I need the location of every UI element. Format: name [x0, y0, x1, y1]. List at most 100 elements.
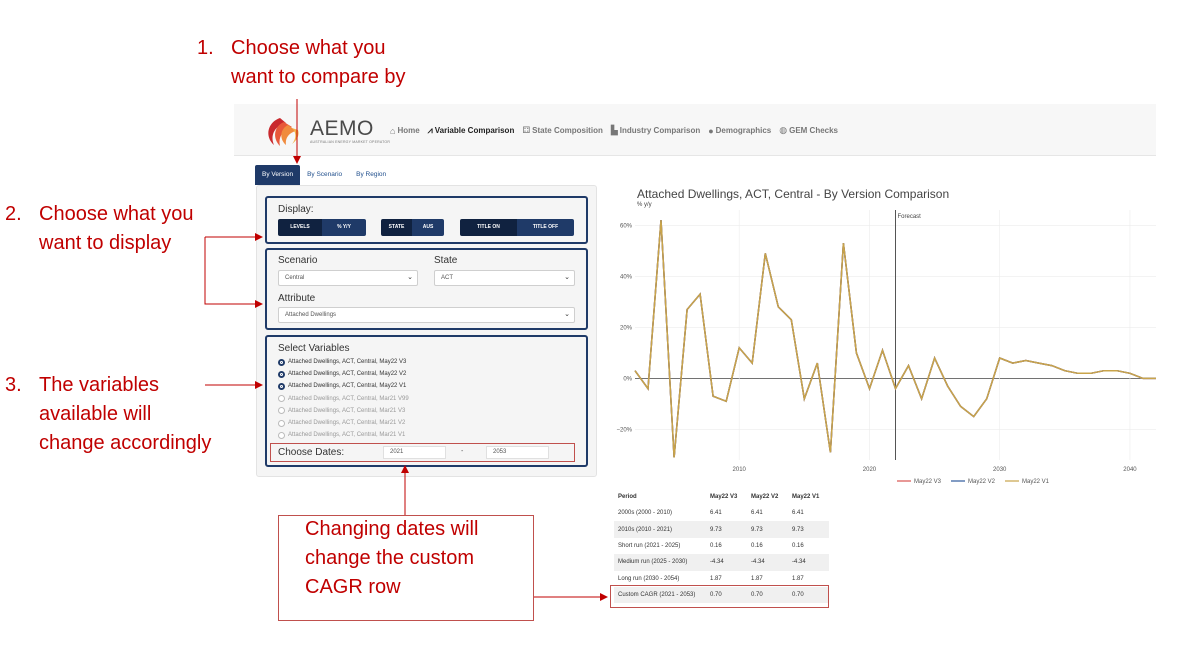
annotation-number: 3. — [5, 374, 22, 396]
scenario-value: Central — [285, 275, 305, 281]
industry-icon: ▙ — [610, 125, 618, 135]
nav-label: Home — [397, 126, 420, 135]
line-chart[interactable]: 60% 40% 20% 0% −20% 2010 2020 2030 2040 Forecast M… — [600, 205, 1165, 490]
radio-icon — [278, 431, 285, 439]
arrow-step-2-filters — [204, 237, 263, 308]
table-cell: 0.16 — [792, 542, 804, 549]
variable-option[interactable]: Attached Dwellings, ACT, Central, May22 … — [278, 368, 409, 380]
column-header: May22 V3 — [710, 493, 738, 500]
annotation-text: want to compare by — [231, 66, 406, 88]
nav-demographics[interactable]: ● Demographics — [708, 125, 771, 136]
display-label: Display: — [278, 204, 314, 215]
table-cell: Medium run (2025 - 2030) — [614, 554, 706, 571]
state-select[interactable]: ACT ⌄ — [434, 270, 575, 286]
table-cell: 2010s (2010 - 2021) — [614, 521, 706, 538]
table-cell: 9.73 — [706, 521, 747, 538]
logo-subtitle: AUSTRALIAN ENERGY MARKET OPERATOR — [310, 140, 391, 144]
start-date-input[interactable]: 2021 — [383, 446, 446, 459]
nav-label: GEM Checks — [789, 126, 838, 135]
table-cell: 6.41 — [792, 510, 804, 517]
column-header: May22 V1 — [792, 493, 820, 500]
user-icon: ● — [708, 125, 714, 136]
variable-option[interactable]: Attached Dwellings, ACT, Central, May22 … — [278, 356, 409, 368]
annotation-text: want to display — [39, 232, 172, 254]
tab-by-scenario[interactable]: By Scenario — [300, 165, 349, 185]
region-toggle: STATE AUS — [381, 219, 444, 236]
nav-label: State Composition — [532, 126, 603, 135]
x-tick-label: 2020 — [863, 467, 877, 473]
table-header-row: Period May22 V3 May22 V2 May22 V1 — [614, 488, 829, 505]
annotation-text: CAGR row — [305, 576, 401, 598]
y-tick-label: 60% — [620, 223, 633, 229]
y-tick-label: 20% — [620, 325, 633, 331]
variables-list: Attached Dwellings, ACT, Central, May22 … — [278, 356, 409, 441]
nav-gem-checks[interactable]: ◍ GEM Checks — [779, 125, 838, 136]
legend-label: May22 V1 — [1022, 479, 1050, 485]
attribute-select[interactable]: Attached Dwellings ⌄ — [278, 307, 575, 323]
comparison-tabs: By Version By Scenario By Region — [255, 165, 393, 185]
legend-label: May22 V2 — [968, 479, 996, 485]
nav-industry-comparison[interactable]: ▙ Industry Comparison — [611, 125, 700, 136]
variable-option[interactable]: Attached Dwellings, ACT, Central, May22 … — [278, 380, 409, 392]
forecast-label: Forecast — [898, 214, 922, 220]
column-header: Period — [618, 493, 637, 500]
radio-icon — [278, 370, 285, 378]
annotation-text: available will — [39, 403, 152, 425]
chevron-down-icon: ⌄ — [564, 274, 570, 281]
custom-cagr-highlight — [610, 585, 829, 608]
table-cell: 2000s (2000 - 2010) — [618, 510, 673, 517]
x-tick-label: 2040 — [1123, 467, 1137, 473]
annotation-step-2: 2. Choose what you want to display — [5, 200, 194, 258]
state-button[interactable]: STATE — [381, 219, 412, 236]
radio-icon — [278, 358, 285, 366]
table-cell: -4.34 — [747, 554, 788, 571]
title-off-button[interactable]: TITLE OFF — [517, 219, 574, 236]
pct-yy-button[interactable]: % Y/Y — [322, 219, 366, 236]
variable-label: Attached Dwellings, ACT, Central, Mar21 … — [288, 432, 406, 439]
annotation-dates-note: Changing dates will change the custom CA… — [278, 515, 534, 621]
variable-label: Attached Dwellings, ACT, Central, May22 … — [288, 371, 407, 378]
column-header: May22 V2 — [751, 493, 779, 500]
annotation-text: change accordingly — [39, 432, 212, 454]
attribute-value: Attached Dwellings — [285, 312, 337, 318]
annotation-text: Choose what you — [39, 203, 194, 225]
annotation-number: 1. — [197, 37, 214, 59]
end-date-input[interactable]: 2053 — [486, 446, 549, 459]
annotation-text: Changing dates will — [305, 518, 479, 540]
variable-option[interactable]: Attached Dwellings, ACT, Central, Mar21 … — [278, 393, 409, 405]
table-cell: 9.73 — [788, 521, 829, 538]
tab-by-region[interactable]: By Region — [349, 165, 393, 185]
sitemap-icon: ⚃ — [522, 125, 531, 135]
levels-button[interactable]: LEVELS — [278, 219, 322, 236]
nav-label: Industry Comparison — [619, 126, 701, 135]
radio-icon — [278, 419, 285, 427]
state-label: State — [434, 255, 458, 266]
nav-label: Demographics — [715, 126, 772, 135]
annotation-text: The variables — [39, 374, 160, 396]
globe-icon: ◍ — [779, 125, 788, 135]
nav-variable-comparison[interactable]: ⩘ Variable Comparison — [428, 125, 515, 136]
select-variables-label: Select Variables — [278, 343, 350, 354]
attribute-label: Attribute — [278, 293, 316, 304]
levels-toggle: LEVELS % Y/Y — [278, 219, 366, 236]
table-cell: 6.41 — [710, 510, 722, 517]
home-icon: ⌂ — [390, 125, 396, 136]
variable-option[interactable]: Attached Dwellings, ACT, Central, Mar21 … — [278, 405, 409, 417]
tab-by-version[interactable]: By Version — [255, 165, 301, 185]
nav-state-composition[interactable]: ⚃ State Composition — [522, 125, 603, 136]
title-on-button[interactable]: TITLE ON — [460, 219, 517, 236]
variable-label: Attached Dwellings, ACT, Central, Mar21 … — [288, 395, 409, 402]
chevron-down-icon: ⌄ — [564, 311, 570, 318]
variable-label: Attached Dwellings, ACT, Central, May22 … — [288, 359, 407, 366]
date-separator: - — [461, 448, 464, 455]
radio-icon — [278, 382, 285, 390]
nav-home[interactable]: ⌂ Home — [390, 125, 420, 136]
variable-option[interactable]: Attached Dwellings, ACT, Central, Mar21 … — [278, 429, 409, 441]
choose-dates-row: Choose Dates: 2021 - 2053 — [270, 443, 575, 462]
legend-label: May22 V3 — [914, 479, 942, 485]
variable-option[interactable]: Attached Dwellings, ACT, Central, Mar21 … — [278, 417, 409, 429]
choose-dates-label: Choose Dates: — [278, 447, 345, 458]
variable-label: Attached Dwellings, ACT, Central, Mar21 … — [288, 407, 406, 414]
aus-button[interactable]: AUS — [412, 219, 444, 236]
scenario-select[interactable]: Central ⌄ — [278, 270, 418, 286]
